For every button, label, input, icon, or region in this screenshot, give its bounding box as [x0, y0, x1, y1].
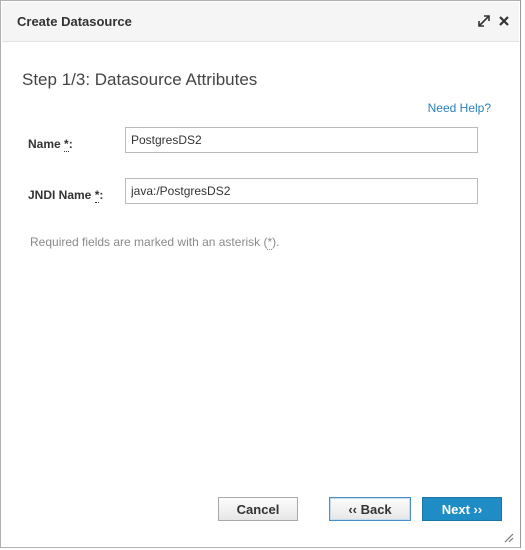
jndi-name-label: JNDI Name *: [28, 188, 104, 203]
hint-suffix: ). [272, 235, 280, 249]
next-button[interactable]: Next ›› [422, 497, 502, 521]
close-icon[interactable] [497, 14, 511, 28]
name-input[interactable] [125, 127, 478, 153]
name-label-text: Name [28, 137, 61, 151]
need-help-link[interactable]: Need Help? [428, 101, 491, 115]
resize-handle-icon[interactable] [502, 530, 514, 543]
label-colon: : [99, 188, 104, 202]
dialog-title-bar[interactable]: Create Datasource [2, 2, 519, 42]
step-heading: Step 1/3: Datasource Attributes [22, 70, 258, 89]
jndi-name-input[interactable] [125, 178, 478, 204]
cancel-button[interactable]: Cancel [218, 497, 298, 521]
create-datasource-dialog: Create Datasource Step 1/3: Datasource A… [0, 0, 521, 548]
back-button[interactable]: ‹‹ Back [329, 497, 411, 521]
label-colon: : [68, 137, 73, 151]
expand-icon[interactable] [477, 14, 491, 28]
dialog-title: Create Datasource [17, 14, 132, 29]
hint-prefix: Required fields are marked with an aster… [30, 235, 268, 249]
name-label: Name *: [28, 137, 73, 152]
jndi-label-text: JNDI Name [28, 188, 92, 202]
required-fields-hint: Required fields are marked with an aster… [30, 235, 280, 250]
